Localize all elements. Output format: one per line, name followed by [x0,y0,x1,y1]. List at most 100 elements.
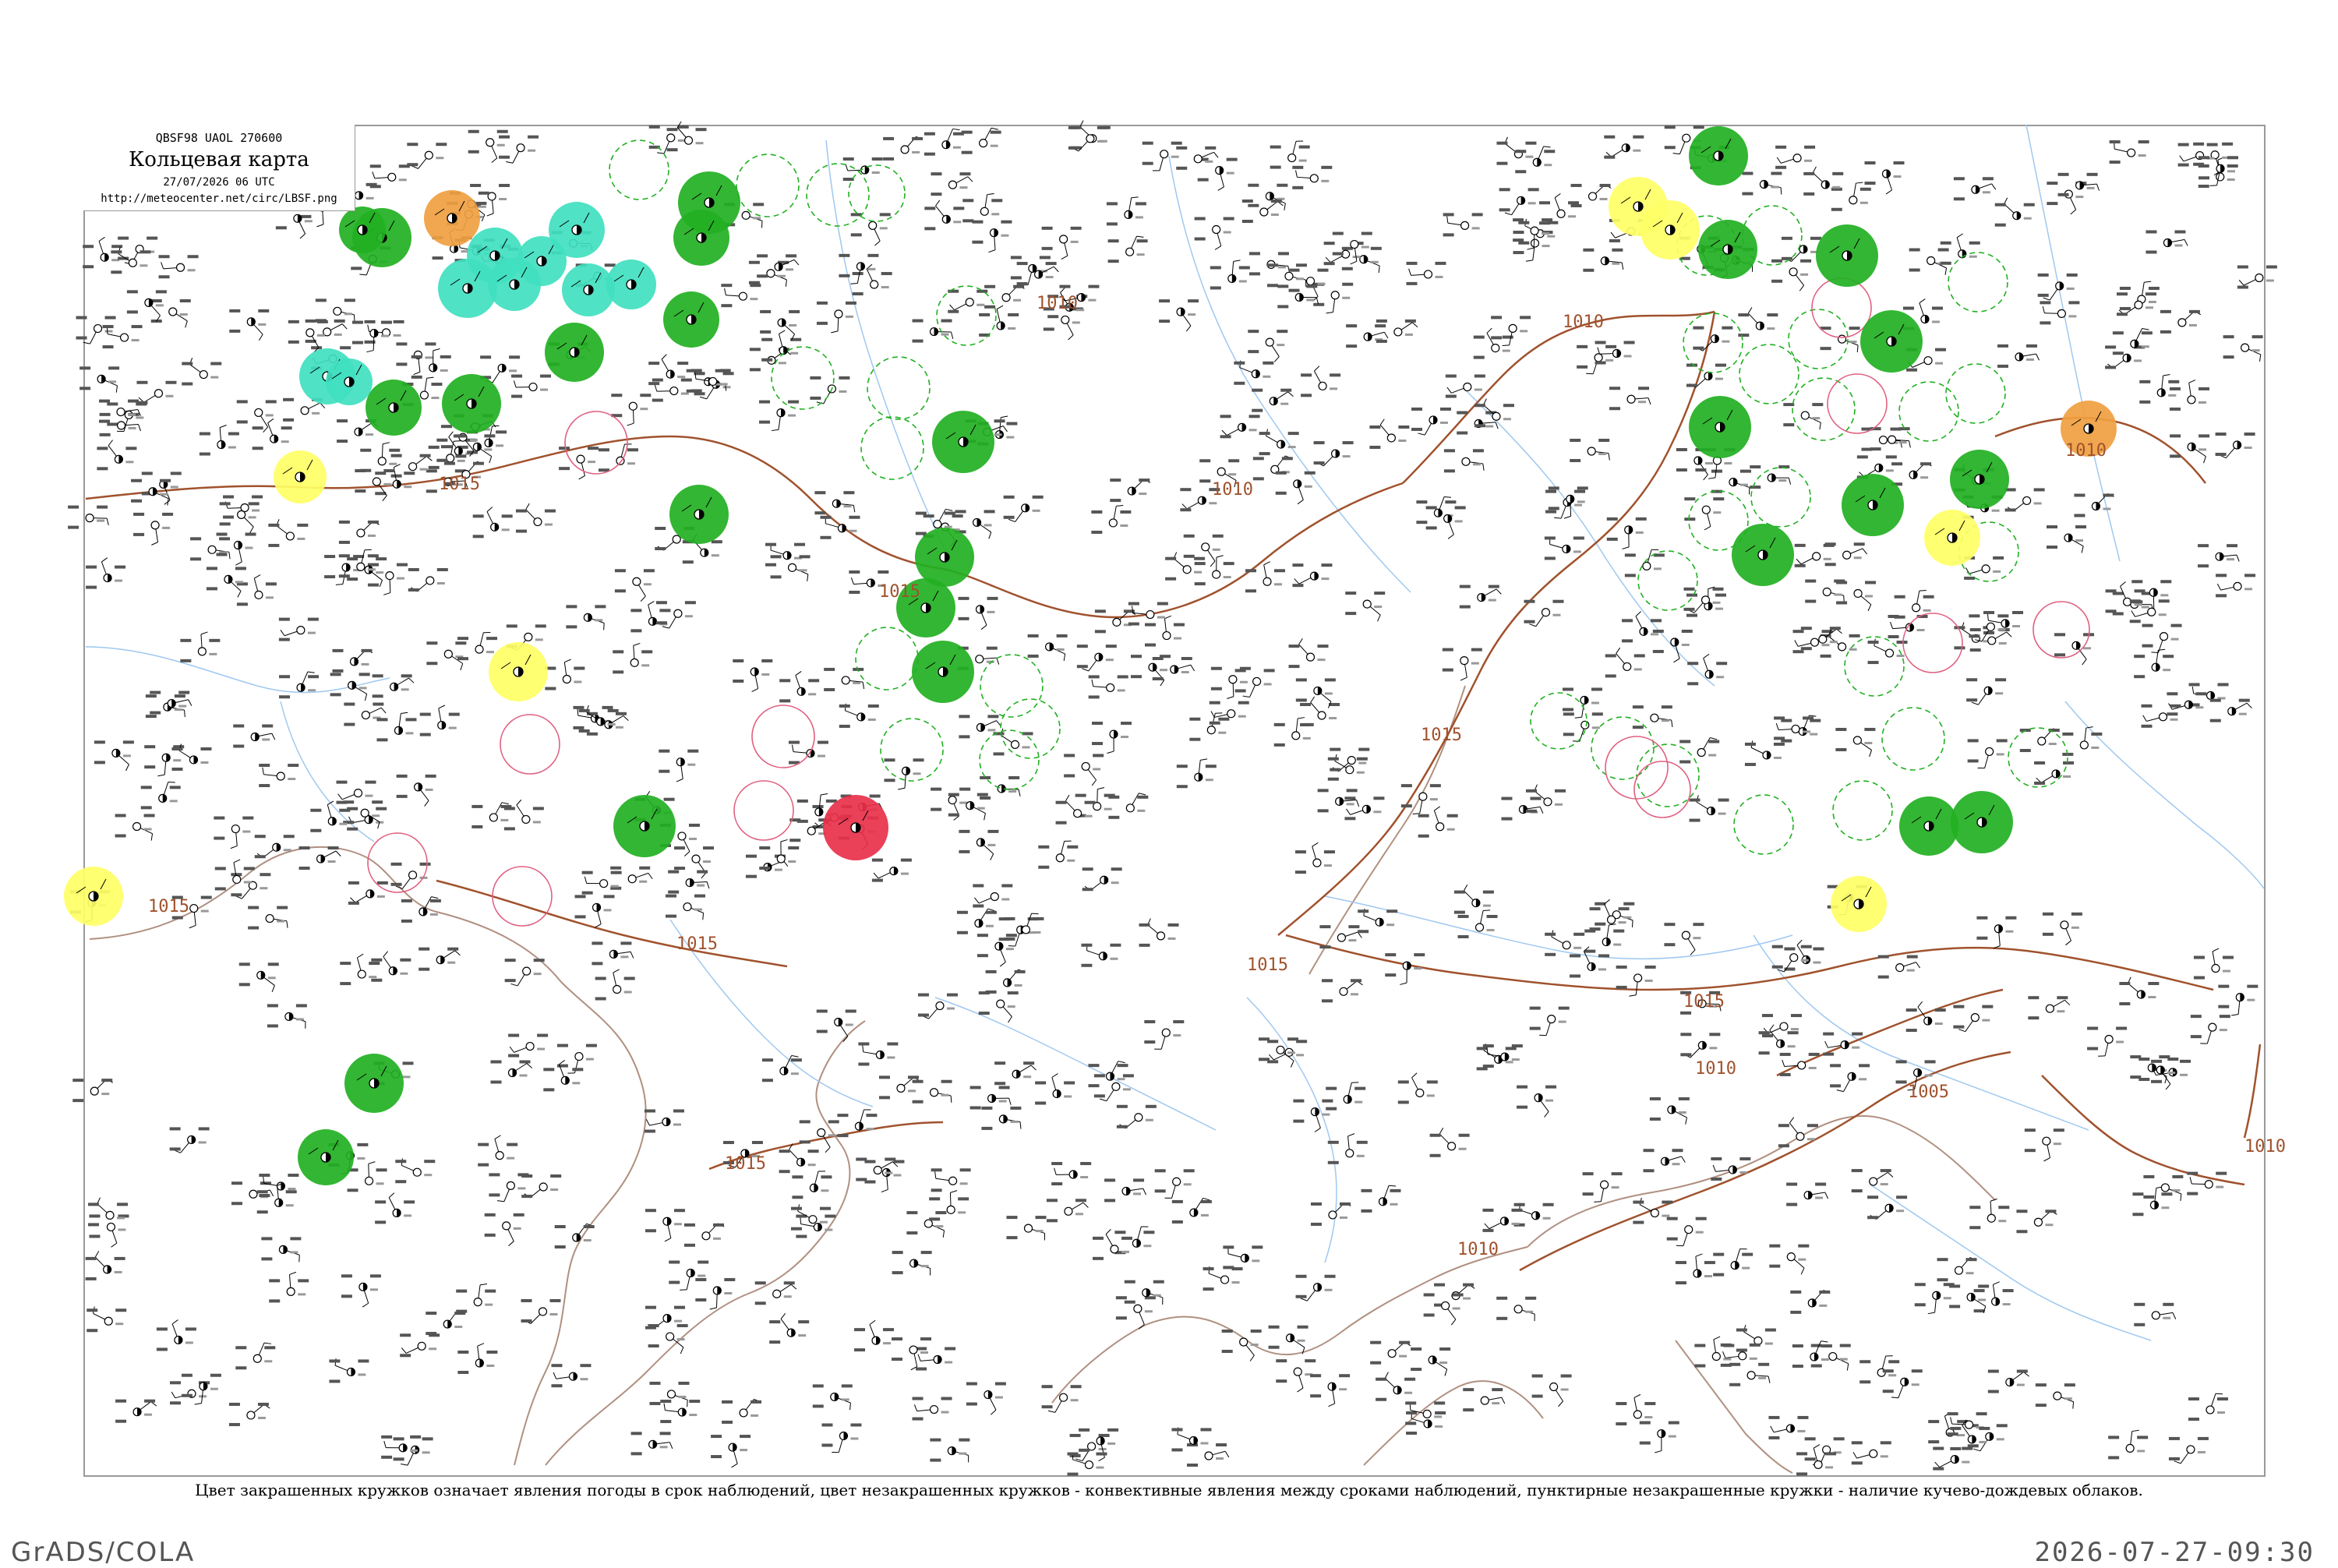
station-plot [1667,1217,1707,1246]
station-plot [1933,1447,1972,1471]
station-plot [579,705,619,733]
station-plot [1242,200,1284,223]
station-plot [1406,262,1446,285]
grads-credit: GrADS/COLA [11,1537,195,1568]
station-plot [1267,1040,1307,1063]
station-plot [566,605,606,630]
weather-map[interactable]: 1015 1015 1015 1015 1015 1010 1010 1010 … [0,0,2338,1559]
station-plot [348,881,388,905]
station-plot [2191,1015,2230,1044]
station-plot [339,521,380,544]
station-plot [1625,549,1665,577]
station-plot [1966,678,2006,705]
station-plot [237,575,277,606]
station-plot [1153,657,1195,680]
cb-dashed-circle [867,357,930,419]
station-plot [1089,675,1128,698]
phenomenon-circle [1951,791,2013,853]
station-plot [2218,985,2258,1015]
station-plot [1223,1245,1263,1269]
station-plot [924,129,964,155]
station-plot [1301,366,1340,397]
station-plot [1259,1037,1298,1067]
bulletin-code: QBSF98 UAOL 270600 [83,131,355,145]
convective-ring [1903,613,1962,673]
station-plot [269,1272,309,1302]
station-plot [1680,1033,1720,1058]
isobar-label: 1015 [725,1154,766,1174]
cb-dashed-circle [736,154,799,217]
station-plot [649,1382,689,1407]
station-plot [1458,910,1498,938]
convective-ring [1828,374,1887,433]
phenomenon-circle [339,207,386,253]
station-plot [171,744,211,771]
station-plot [267,1004,307,1028]
station-plot [371,952,411,982]
station-plot [99,400,140,423]
phenomenon-circle [545,323,604,382]
station-plot [1095,609,1135,633]
phenomenon-circle [1831,876,1887,932]
convective-ring [2033,602,2089,658]
station-plot [86,558,125,589]
station-plot [1017,262,1059,285]
station-plot [962,194,1002,223]
station-plot [674,846,714,878]
station-plot [851,213,891,245]
station-plot [1499,188,1539,214]
phenomenon-circle [663,291,719,348]
station-plot [253,418,292,450]
station-plot [1004,496,1044,522]
station-plot [1729,1363,1770,1386]
station-plot [1953,1005,1993,1032]
station-plot [1418,807,1458,838]
phenomenon-circle [673,210,729,266]
station-plot [1077,645,1117,671]
station-plot [1042,1385,1082,1412]
station-plot [1454,885,1494,913]
cb-dashed-circle [2008,728,2068,787]
phenomenon-circle [274,450,327,503]
station-plot [1411,1347,1450,1376]
cb-dashed-circle [980,655,1043,717]
station-plot [1482,1209,1522,1232]
station-plot [711,1435,750,1467]
station-plot [1491,316,1531,345]
station-plot [611,394,651,426]
station-plot [1144,1020,1184,1049]
station-plot [268,519,308,547]
phenomenon-circle [344,1054,404,1113]
phenomenon-circle [1689,396,1751,458]
station-plot [2038,274,2078,300]
station-plot [1750,465,1790,489]
station-plot [200,426,239,456]
cb-dashed-circle [1591,717,1654,779]
station-plot [2106,582,2146,613]
station-plot [551,1364,591,1387]
map-caption: Цвет закрашенных кружков означает явлени… [0,1481,2338,1499]
station-plot [973,884,1012,907]
cb-dashed-circle [1946,364,2005,423]
station-plot [1793,630,1833,653]
station-plot [355,469,394,501]
station-plot [408,568,448,592]
station-plot [2113,328,2153,355]
station-plot [1906,1001,1946,1032]
station-plot [1259,429,1299,456]
station-plot [2105,345,2145,369]
station-plot [150,691,192,715]
station-plot [555,1224,595,1248]
station-plot [336,781,376,804]
station-plot [1545,536,1584,560]
phenomenon-circle [64,867,123,926]
station-plot [1104,1178,1146,1202]
station-plot [344,703,386,726]
station-plot [2119,977,2159,1005]
station-plot [1198,158,1238,191]
station-plot [229,1403,270,1426]
station-plot [1430,1128,1470,1157]
station-plot [1028,634,1068,661]
station-plot [2108,1430,2148,1459]
station-plot [1358,909,1397,933]
